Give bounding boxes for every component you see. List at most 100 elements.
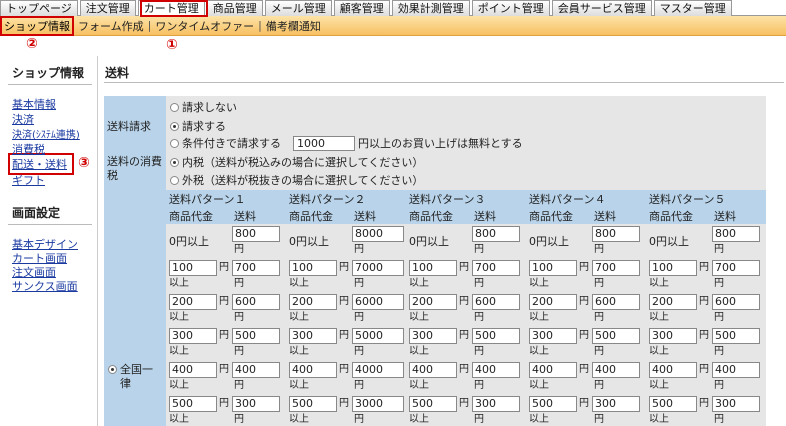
fee-input[interactable]: 700 xyxy=(232,260,280,276)
tab-3[interactable]: 商品管理 xyxy=(206,0,263,16)
yen-label: 円 xyxy=(234,414,244,425)
price-input[interactable]: 100 xyxy=(649,260,697,276)
fee-input[interactable]: 300 xyxy=(592,396,640,412)
fee-input[interactable]: 500 xyxy=(232,328,280,344)
radio-tax-exclusive[interactable] xyxy=(170,175,179,185)
price-input[interactable]: 500 xyxy=(409,396,457,412)
option-tax-exclusive[interactable]: 外税（送料が税抜きの場合に選択してください） xyxy=(170,172,423,188)
fee-input[interactable]: 800 xyxy=(232,226,280,242)
fee-input[interactable]: 600 xyxy=(712,294,760,310)
sidebar-link-payment[interactable]: 決済 xyxy=(12,111,34,127)
price-input[interactable]: 300 xyxy=(169,328,217,344)
over-label: 以上 xyxy=(649,346,669,357)
price-input[interactable]: 200 xyxy=(409,294,457,310)
subnav-form-create[interactable]: フォーム作成 xyxy=(74,18,148,34)
tab-6[interactable]: 効果計測管理 xyxy=(391,0,470,16)
fee-input[interactable]: 700 xyxy=(712,260,760,276)
price-input[interactable]: 200 xyxy=(649,294,697,310)
sidebar-link-consumption-tax[interactable]: 消費税 xyxy=(12,141,45,157)
price-input[interactable]: 500 xyxy=(289,396,337,412)
tab-0[interactable]: トップページ xyxy=(0,0,78,16)
price-input[interactable]: 100 xyxy=(409,260,457,276)
fee-input[interactable]: 600 xyxy=(232,294,280,310)
tab-7[interactable]: ポイント管理 xyxy=(471,0,550,16)
free-threshold-input[interactable]: 1000 xyxy=(293,135,355,151)
option-no-charge[interactable]: 請求しない xyxy=(170,99,237,115)
price-input[interactable]: 100 xyxy=(169,260,217,276)
fee-input[interactable]: 5000 xyxy=(352,328,404,344)
col-fee-header: 送料 xyxy=(474,210,496,223)
price-input[interactable]: 300 xyxy=(649,328,697,344)
fee-input[interactable]: 400 xyxy=(592,362,640,378)
radio-conditional[interactable] xyxy=(170,138,179,148)
tab-5[interactable]: 顧客管理 xyxy=(333,0,390,16)
region-nationwide[interactable]: 全国一律 xyxy=(108,363,160,391)
price-input[interactable]: 400 xyxy=(409,362,457,378)
sidebar-link-payment-system[interactable]: 決済(ｼｽﾃﾑ連携) xyxy=(12,126,80,141)
fee-input[interactable]: 700 xyxy=(592,260,640,276)
price-input[interactable]: 200 xyxy=(529,294,577,310)
price-input[interactable]: 200 xyxy=(169,294,217,310)
price-input[interactable]: 500 xyxy=(529,396,577,412)
subnav-one-time-offer[interactable]: ワンタイムオファー xyxy=(151,18,258,34)
price-input[interactable]: 300 xyxy=(409,328,457,344)
fee-input[interactable]: 800 xyxy=(472,226,520,242)
tab-9[interactable]: マスター管理 xyxy=(653,0,732,16)
fee-input[interactable]: 400 xyxy=(232,362,280,378)
price-input[interactable]: 200 xyxy=(289,294,337,310)
fee-input[interactable]: 400 xyxy=(712,362,760,378)
fee-input[interactable]: 400 xyxy=(472,362,520,378)
radio-charge[interactable] xyxy=(170,121,179,131)
option-tax-inclusive-label: 内税（送料が税込みの場合に選択してください） xyxy=(182,156,424,169)
yen-label: 円 xyxy=(459,364,469,375)
tab-4[interactable]: メール管理 xyxy=(264,0,332,16)
fee-input[interactable]: 500 xyxy=(472,328,520,344)
fee-input[interactable]: 500 xyxy=(592,328,640,344)
fee-input[interactable]: 600 xyxy=(592,294,640,310)
sidebar-link-thanks-screen[interactable]: サンクス画面 xyxy=(12,278,78,294)
price-input[interactable]: 400 xyxy=(529,362,577,378)
sidebar-link-shipping[interactable]: 配送・送料 xyxy=(12,156,67,172)
price-input[interactable]: 100 xyxy=(529,260,577,276)
fee-input[interactable]: 700 xyxy=(472,260,520,276)
fee-input[interactable]: 6000 xyxy=(352,294,404,310)
price-input[interactable]: 500 xyxy=(169,396,217,412)
fee-input[interactable]: 300 xyxy=(712,396,760,412)
col-fee-header: 送料 xyxy=(714,210,736,223)
sidebar-link-gift[interactable]: ギフト xyxy=(12,172,45,188)
yen-label: 円 xyxy=(219,330,229,341)
price-from-zero: 0円以上 xyxy=(409,235,449,248)
yen-label: 円 xyxy=(339,296,349,307)
col-price-header: 商品代金 xyxy=(289,210,333,223)
sidebar-divider xyxy=(8,224,92,225)
fee-input[interactable]: 500 xyxy=(712,328,760,344)
fee-input[interactable]: 8000 xyxy=(352,226,404,242)
option-charge[interactable]: 請求する xyxy=(170,118,226,134)
price-input[interactable]: 500 xyxy=(649,396,697,412)
radio-tax-inclusive[interactable] xyxy=(170,157,179,167)
price-input[interactable]: 300 xyxy=(289,328,337,344)
price-input[interactable]: 400 xyxy=(289,362,337,378)
title-divider xyxy=(104,82,784,83)
fee-input[interactable]: 300 xyxy=(232,396,280,412)
subnav-remarks-notice[interactable]: 備考欄通知 xyxy=(262,18,325,34)
price-input[interactable]: 100 xyxy=(289,260,337,276)
fee-input[interactable]: 300 xyxy=(472,396,520,412)
price-input[interactable]: 400 xyxy=(169,362,217,378)
fee-input[interactable]: 800 xyxy=(712,226,760,242)
radio-nationwide[interactable] xyxy=(108,365,117,374)
sidebar-link-basic-info[interactable]: 基本情報 xyxy=(12,96,56,112)
option-conditional[interactable]: 条件付きで請求する 1000 円以上のお買い上げは無料とする xyxy=(170,135,523,151)
option-tax-inclusive[interactable]: 内税（送料が税込みの場合に選択してください） xyxy=(170,154,423,170)
tab-8[interactable]: 会員サービス管理 xyxy=(551,0,652,16)
tab-1[interactable]: 注文管理 xyxy=(79,0,136,16)
price-input[interactable]: 300 xyxy=(529,328,577,344)
fee-input[interactable]: 4000 xyxy=(352,362,404,378)
fee-input[interactable]: 800 xyxy=(592,226,640,242)
price-input[interactable]: 400 xyxy=(649,362,697,378)
fee-input[interactable]: 600 xyxy=(472,294,520,310)
fee-input[interactable]: 7000 xyxy=(352,260,404,276)
highlight-shop-info xyxy=(0,16,74,36)
fee-input[interactable]: 3000 xyxy=(352,396,404,412)
radio-no-charge[interactable] xyxy=(170,102,179,112)
